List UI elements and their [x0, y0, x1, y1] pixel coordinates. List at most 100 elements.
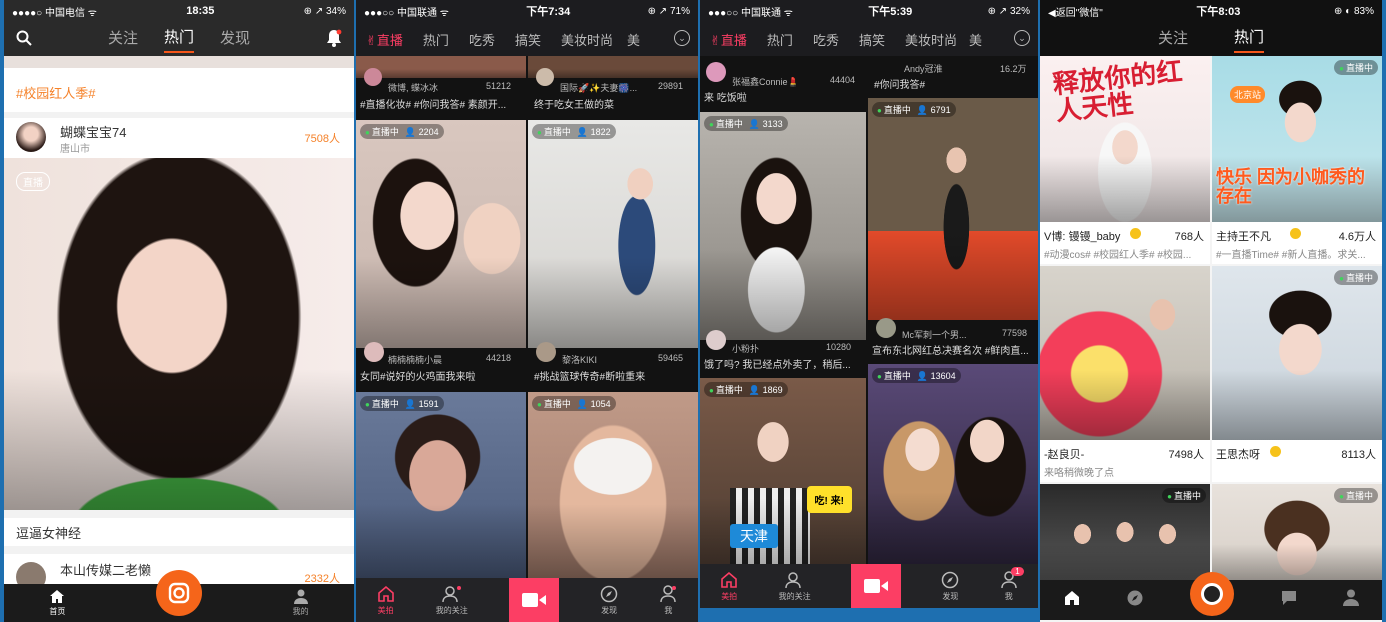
- video-thumb[interactable]: [1040, 266, 1210, 440]
- tab-discover[interactable]: 发现: [220, 27, 250, 52]
- video-thumb[interactable]: 直播中 👤 1822: [528, 120, 698, 348]
- streamer-name: 楠楠楠楠小晨: [388, 355, 443, 365]
- video-thumb[interactable]: 直播中 👤 3133: [700, 112, 866, 340]
- tab-eat[interactable]: 吃秀: [813, 30, 839, 49]
- tab-meipai[interactable]: 美拍: [377, 585, 395, 616]
- compass-icon[interactable]: [1126, 589, 1144, 612]
- record-button[interactable]: [850, 564, 901, 608]
- video-thumb[interactable]: 直播中 👤 6791: [868, 98, 1038, 320]
- tab-mine-label: 我的: [292, 607, 309, 616]
- viewer-count: 44218: [486, 353, 512, 363]
- user-count: 👤 13604: [916, 371, 956, 381]
- tab-beauty[interactable]: 美妆时尚: [561, 30, 613, 49]
- live-cover-photo[interactable]: 直播: [4, 158, 354, 510]
- tab-beauty[interactable]: 美妆时尚: [905, 30, 957, 49]
- card-info[interactable]: -赵良贝- 7498人 来咯稍微晚了点: [1040, 440, 1210, 482]
- video-thumb[interactable]: 直播中 👤 13604: [868, 364, 1038, 578]
- bottom-tab-bar: 美拍 我的关注 发现 我: [356, 578, 698, 622]
- home-icon[interactable]: [1063, 589, 1081, 612]
- chevron-down-icon[interactable]: ⌄: [1014, 30, 1030, 46]
- streamer-name: 王思杰呀: [1216, 449, 1260, 461]
- tab-follow[interactable]: 我的关注: [436, 585, 468, 616]
- tab-live-label: 直播: [376, 32, 403, 48]
- tab-meipai-label: 美拍: [377, 605, 394, 615]
- live-indicator: 直播中 👤 13604: [872, 368, 961, 383]
- video-thumb[interactable]: 直播中: [1212, 266, 1382, 440]
- live-label: 直播中: [371, 399, 399, 409]
- tab-mine[interactable]: 我的: [293, 589, 309, 617]
- live-indicator: 直播中: [1334, 270, 1378, 285]
- hashtag-banner[interactable]: #校园红人季#: [4, 68, 354, 118]
- live-label: 直播中: [1345, 63, 1373, 73]
- status-bar: ●●●○○ 中国联通 ᯤ 下午5:39 ⊕ ↗ 32%: [700, 0, 1038, 22]
- tab-hot[interactable]: 热门: [423, 30, 449, 49]
- tab-home-label: 首页: [49, 607, 66, 616]
- tab-live[interactable]: ✌直播: [710, 30, 747, 49]
- tab-follow[interactable]: 关注: [1158, 27, 1188, 52]
- compass-icon: [600, 585, 618, 602]
- video-thumb[interactable]: 直播中: [1040, 484, 1210, 584]
- tab-hot[interactable]: 热门: [767, 30, 793, 49]
- live-indicator: 直播中 👤 1822: [532, 124, 616, 139]
- home-icon: [50, 590, 65, 603]
- carrier-label: ●●●○○ 中国联通 ᯤ: [364, 7, 449, 19]
- poster-text: 快乐 因为小咖秀的存在: [1216, 167, 1366, 206]
- tab-hot[interactable]: 热门: [163, 26, 194, 53]
- message-icon[interactable]: [1280, 589, 1298, 612]
- user-icon[interactable]: [1343, 589, 1360, 611]
- user-count: 👤 1591: [404, 399, 439, 409]
- go-live-button[interactable]: [1189, 572, 1234, 616]
- live-card-header[interactable]: 蝴蝶宝宝74 唐山市 7508人: [4, 118, 354, 158]
- tab-me-label: 我: [1004, 591, 1013, 601]
- tab-live[interactable]: ✌直播: [366, 30, 403, 49]
- tab-meipai[interactable]: 美拍: [720, 571, 738, 602]
- tab-me[interactable]: 我: [659, 584, 677, 616]
- phone-screen-1: ●●●●○ 中国电信 ᯤ 18:35 ⊕ ↗ 34% 关注 热门 发现 #校园红…: [4, 0, 354, 622]
- status-bar: ●●●○○ 中国联通 ᯤ 下午7:34 ⊕ ↗ 71%: [356, 0, 698, 22]
- card-info[interactable]: 王思杰呀 8113人: [1212, 440, 1382, 482]
- video-thumb[interactable]: 北京站 快乐 因为小咖秀的存在 直播中: [1212, 56, 1382, 222]
- video-thumb[interactable]: 释放你的红人天性: [1040, 56, 1210, 222]
- chevron-down-icon[interactable]: ⌄: [674, 30, 690, 46]
- video-caption: 来 吃饭啦: [704, 93, 747, 104]
- user-count: 👤 2204: [404, 127, 439, 137]
- tab-follow[interactable]: 我的关注: [779, 571, 811, 602]
- tab-more[interactable]: 美: [969, 30, 982, 49]
- video-thumb[interactable]: 直播中 👤 1054: [528, 392, 698, 578]
- viewer-count: 7508人: [304, 133, 340, 145]
- tab-funny[interactable]: 搞笑: [859, 30, 885, 49]
- viewer-count: 4.6万人: [1338, 231, 1376, 243]
- video-thumb[interactable]: 直播中 👤 2204: [356, 120, 526, 348]
- status-bar: ◀返回"微信" 下午8:03 ⊕ ◐ 83%: [1040, 0, 1382, 22]
- battery-label: ⊕ ↗ 71%: [647, 5, 690, 17]
- search-icon[interactable]: [16, 30, 32, 50]
- card-info[interactable]: V博: 镘镘_baby 768人 #动漫cos# #校园红人季# #校园...: [1040, 222, 1210, 264]
- camera-button[interactable]: [155, 570, 202, 616]
- verified-icon: [1290, 228, 1301, 239]
- tab-discover[interactable]: 发现: [941, 571, 959, 602]
- tab-more[interactable]: 美: [627, 30, 640, 49]
- tab-funny[interactable]: 搞笑: [515, 30, 541, 49]
- video-thumb[interactable]: 直播中: [1212, 484, 1382, 584]
- back-to-wechat-link[interactable]: ◀返回"微信": [1048, 4, 1103, 19]
- sticker-label: 吃! 来!: [806, 486, 852, 513]
- live-indicator: 直播中 👤 1054: [532, 396, 616, 411]
- bell-icon[interactable]: [326, 29, 342, 51]
- tab-eat[interactable]: 吃秀: [469, 30, 495, 49]
- city-tag: 北京站: [1230, 86, 1266, 103]
- avatar: [536, 342, 556, 362]
- tab-follow[interactable]: 关注: [108, 27, 138, 52]
- category-tabs: ✌直播 热门 吃秀 搞笑 美妆时尚 美 ⌄: [356, 24, 698, 54]
- tab-discover[interactable]: 发现: [600, 585, 618, 616]
- record-button[interactable]: [508, 578, 559, 622]
- tab-home[interactable]: 首页: [49, 589, 65, 617]
- video-thumb[interactable]: 直播中 👤 1869 吃! 来! 天津: [700, 378, 866, 578]
- tab-hot[interactable]: 热门: [1234, 26, 1265, 53]
- tab-me[interactable]: 1 我: [1000, 566, 1024, 602]
- card-info[interactable]: 主持王不凡 4.6万人 #一直播Time# #新人直播。求关...: [1212, 222, 1382, 264]
- streamer-name: Andy冠淮: [904, 64, 943, 74]
- video-thumb[interactable]: 直播中 👤 1591: [356, 392, 526, 578]
- live-label: 直播中: [1345, 491, 1373, 501]
- live-label: 直播中: [543, 399, 571, 409]
- battery-label: ⊕ ↗ 34%: [303, 5, 346, 17]
